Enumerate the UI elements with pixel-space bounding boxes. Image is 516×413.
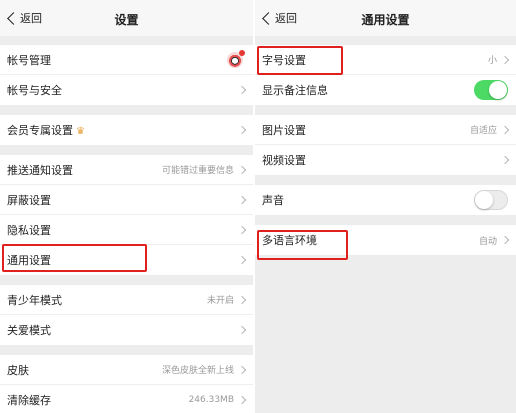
crown-icon: ♛ [76, 126, 85, 137]
chevron-right-icon [237, 85, 247, 95]
row-label: 视频设置 [262, 154, 306, 167]
row-label: 多语言环境 [262, 234, 317, 247]
chevron-right-icon [237, 125, 247, 135]
group-misc: 皮肤 深色皮肤全新上线 清除缓存 246.33MB [0, 355, 253, 413]
row-value: 未开启 [206, 296, 234, 306]
page-title: 设置 [114, 13, 139, 27]
row-label: 图片设置 [262, 123, 306, 137]
chevron-right-icon [237, 225, 247, 234]
row-label: 字号设置 [262, 53, 306, 67]
row-general-settings[interactable]: 通用设置 [0, 245, 253, 275]
row-label: 推送通知设置 [7, 163, 73, 177]
notification-dot [239, 49, 245, 56]
chevron-right-icon [237, 365, 247, 374]
row-value: 深色皮肤全新上线 [161, 366, 234, 376]
nav-bar: 返回 设置 [0, 0, 253, 36]
sound-toggle[interactable] [474, 190, 508, 210]
row-care-mode[interactable]: 关爱模式 [0, 315, 253, 345]
row-value: 小 [487, 56, 497, 66]
row-label: 帐号管理 [7, 53, 51, 67]
chevron-right-icon [237, 395, 247, 405]
screen: 返回 设置 帐号管理 帐号与安全 会员专属设置 ♛ 推送通知设置 可能错过重要信… [0, 0, 516, 413]
chevron-right-icon [500, 125, 510, 134]
row-label: 皮肤 [7, 363, 29, 377]
row-teen-mode[interactable]: 青少年模式 未开启 [0, 285, 253, 315]
row-label: 隐私设置 [7, 223, 51, 237]
row-label: 声音 [262, 194, 284, 207]
row-language[interactable]: 多语言环境 自动 [255, 225, 516, 255]
chevron-right-icon [237, 165, 247, 174]
row-vip[interactable]: 会员专属设置 ♛ [0, 115, 253, 145]
row-sound: 声音 [255, 185, 516, 215]
toggle-knob [475, 191, 493, 209]
row-account-security[interactable]: 帐号与安全 [0, 75, 253, 105]
row-label: 清除缓存 [7, 394, 51, 407]
row-label: 会员专属设置 ♛ [7, 122, 237, 138]
chevron-right-icon [237, 255, 247, 265]
row-value: 可能错过重要信息 [161, 166, 234, 176]
row-account-manage[interactable]: 帐号管理 [0, 45, 253, 75]
general-settings-panel: 返回 通用设置 字号设置 小 显示备注信息 图片设置 自适应 视频设置 声音 多… [255, 0, 516, 413]
avatar [227, 49, 245, 68]
row-show-remark: 显示备注信息 [255, 75, 516, 105]
row-clear-cache[interactable]: 清除缓存 246.33MB [0, 385, 253, 413]
group-general: 推送通知设置 可能错过重要信息 屏蔽设置 隐私设置 通用设置 [0, 155, 253, 275]
row-skin[interactable]: 皮肤 深色皮肤全新上线 [0, 355, 253, 385]
row-value: 自适应 [469, 126, 497, 136]
row-label: 青少年模式 [7, 293, 62, 307]
group-media: 图片设置 自适应 视频设置 [255, 115, 516, 175]
page-title: 通用设置 [361, 13, 410, 27]
nav-bar: 返回 通用设置 [255, 0, 516, 36]
group-vip: 会员专属设置 ♛ [0, 115, 253, 145]
chevron-right-icon [500, 235, 510, 245]
row-label: 显示备注信息 [262, 84, 328, 97]
chevron-right-icon [500, 155, 510, 165]
row-image-settings[interactable]: 图片设置 自适应 [255, 115, 516, 145]
chevron-right-icon [237, 195, 247, 204]
chevron-right-icon [237, 325, 247, 335]
row-label: 屏蔽设置 [7, 193, 51, 207]
group-language: 多语言环境 自动 [255, 225, 516, 255]
toggle-knob [489, 81, 507, 99]
row-label: 关爱模式 [7, 324, 51, 337]
row-font-size[interactable]: 字号设置 小 [255, 45, 516, 75]
row-video-settings[interactable]: 视频设置 [255, 145, 516, 175]
row-block[interactable]: 屏蔽设置 [0, 185, 253, 215]
row-value: 246.33MB [188, 395, 234, 405]
vip-label: 会员专属设置 [7, 124, 73, 137]
group-sound: 声音 [255, 185, 516, 215]
row-value: 自动 [478, 236, 497, 247]
group-modes: 青少年模式 未开启 关爱模式 [0, 285, 253, 345]
group-account: 帐号管理 帐号与安全 [0, 45, 253, 105]
row-push[interactable]: 推送通知设置 可能错过重要信息 [0, 155, 253, 185]
chevron-right-icon [500, 55, 510, 64]
chevron-right-icon [237, 295, 247, 304]
remark-toggle[interactable] [474, 80, 508, 100]
row-label: 帐号与安全 [7, 84, 62, 97]
row-label: 通用设置 [7, 254, 51, 267]
settings-panel: 返回 设置 帐号管理 帐号与安全 会员专属设置 ♛ 推送通知设置 可能错过重要信… [0, 0, 253, 413]
group-display: 字号设置 小 显示备注信息 [255, 45, 516, 105]
row-privacy[interactable]: 隐私设置 [0, 215, 253, 245]
